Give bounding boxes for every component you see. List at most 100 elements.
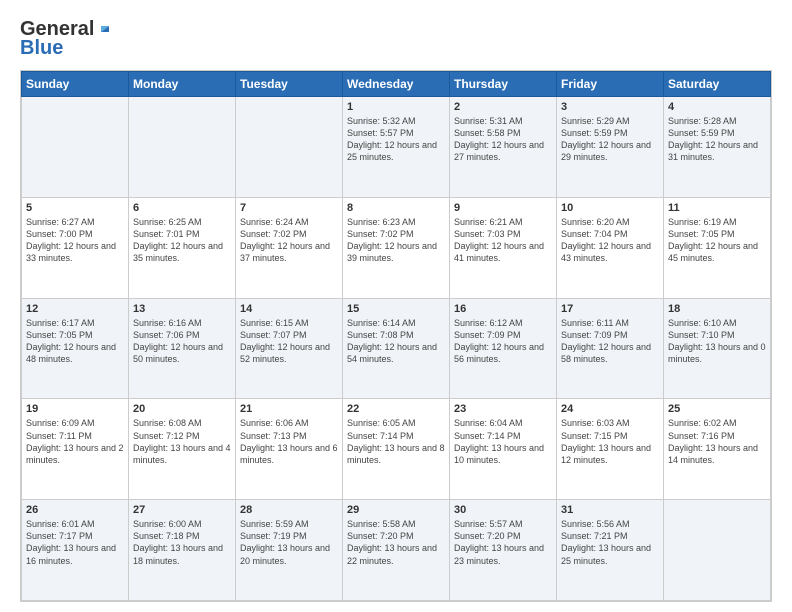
day-info: Sunrise: 6:02 AM Sunset: 7:16 PM Dayligh… [668,417,766,466]
calendar-cell: 26 Sunrise: 6:01 AM Sunset: 7:17 PM Dayli… [22,500,129,601]
calendar-cell [22,97,129,198]
day-number: 28 [240,504,338,516]
day-number: 18 [668,303,766,315]
day-info: Sunrise: 6:08 AM Sunset: 7:12 PM Dayligh… [133,417,231,466]
day-number: 26 [26,504,124,516]
calendar-cell: 17Sunrise: 6:11 AM Sunset: 7:09 PM Dayli… [557,298,664,399]
day-header-tuesday: Tuesday [236,72,343,97]
day-number: 23 [454,403,552,415]
day-info: Sunrise: 5:29 AM Sunset: 5:59 PM Dayligh… [561,115,659,164]
week-row-1: 1 Sunrise: 5:32 AM Sunset: 5:57 PM Daylig… [22,97,771,198]
day-info: Sunrise: 5:32 AM Sunset: 5:57 PM Dayligh… [347,115,445,164]
day-info: Sunrise: 6:19 AM Sunset: 7:05 PM Dayligh… [668,216,766,265]
day-number: 15 [347,303,445,315]
day-number: 29 [347,504,445,516]
calendar-cell: 5Sunrise: 6:27 AM Sunset: 7:00 PM Daylig… [22,197,129,298]
page: General Blue SundayMondayTuesdayWednesda… [0,0,792,612]
day-info: Sunrise: 5:56 AM Sunset: 7:21 PM Dayligh… [561,518,659,567]
day-info: Sunrise: 5:31 AM Sunset: 5:58 PM Dayligh… [454,115,552,164]
calendar-header: SundayMondayTuesdayWednesdayThursdayFrid… [22,72,771,97]
day-number: 1 [347,101,445,113]
calendar-cell: 19Sunrise: 6:09 AM Sunset: 7:11 PM Dayli… [22,399,129,500]
day-number: 27 [133,504,231,516]
day-info: Sunrise: 5:59 AM Sunset: 7:19 PM Dayligh… [240,518,338,567]
day-number: 25 [668,403,766,415]
day-number: 3 [561,101,659,113]
day-info: Sunrise: 6:06 AM Sunset: 7:13 PM Dayligh… [240,417,338,466]
day-number: 21 [240,403,338,415]
calendar-cell: 1 Sunrise: 5:32 AM Sunset: 5:57 PM Daylig… [343,97,450,198]
day-number: 17 [561,303,659,315]
day-number: 14 [240,303,338,315]
day-number: 30 [454,504,552,516]
day-info: Sunrise: 6:16 AM Sunset: 7:06 PM Dayligh… [133,317,231,366]
calendar-cell: 11 Sunrise: 6:19 AM Sunset: 7:05 PM Dayli… [664,197,771,298]
calendar-cell: 10Sunrise: 6:20 AM Sunset: 7:04 PM Dayli… [557,197,664,298]
day-number: 20 [133,403,231,415]
day-number: 2 [454,101,552,113]
logo-blue: Blue [20,37,63,60]
day-info: Sunrise: 6:24 AM Sunset: 7:02 PM Dayligh… [240,216,338,265]
calendar-cell: 15 Sunrise: 6:14 AM Sunset: 7:08 PM Dayli… [343,298,450,399]
calendar: SundayMondayTuesdayWednesdayThursdayFrid… [20,70,772,602]
calendar-cell: 7 Sunrise: 6:24 AM Sunset: 7:02 PM Daylig… [236,197,343,298]
calendar-cell: 25 Sunrise: 6:02 AM Sunset: 7:16 PM Dayli… [664,399,771,500]
day-number: 8 [347,202,445,214]
calendar-cell: 4 Sunrise: 5:28 AM Sunset: 5:59 PM Daylig… [664,97,771,198]
calendar-cell: 20 Sunrise: 6:08 AM Sunset: 7:12 PM Dayli… [129,399,236,500]
logo-icon [95,18,113,36]
calendar-cell: 2 Sunrise: 5:31 AM Sunset: 5:58 PM Daylig… [450,97,557,198]
day-info: Sunrise: 6:04 AM Sunset: 7:14 PM Dayligh… [454,417,552,466]
calendar-cell [236,97,343,198]
header: General Blue [20,18,772,60]
day-header-friday: Friday [557,72,664,97]
day-header-thursday: Thursday [450,72,557,97]
day-number: 5 [26,202,124,214]
day-number: 4 [668,101,766,113]
calendar-cell [664,500,771,601]
calendar-cell: 18 Sunrise: 6:10 AM Sunset: 7:10 PM Dayli… [664,298,771,399]
day-info: Sunrise: 6:23 AM Sunset: 7:02 PM Dayligh… [347,216,445,265]
week-row-4: 19Sunrise: 6:09 AM Sunset: 7:11 PM Dayli… [22,399,771,500]
day-info: Sunrise: 6:01 AM Sunset: 7:17 PM Dayligh… [26,518,124,567]
day-number: 9 [454,202,552,214]
day-number: 12 [26,303,124,315]
day-info: Sunrise: 6:20 AM Sunset: 7:04 PM Dayligh… [561,216,659,265]
calendar-cell: 14 Sunrise: 6:15 AM Sunset: 7:07 PM Dayli… [236,298,343,399]
day-info: Sunrise: 5:28 AM Sunset: 5:59 PM Dayligh… [668,115,766,164]
day-header-sunday: Sunday [22,72,129,97]
calendar-cell: 13 Sunrise: 6:16 AM Sunset: 7:06 PM Dayli… [129,298,236,399]
week-row-2: 5Sunrise: 6:27 AM Sunset: 7:00 PM Daylig… [22,197,771,298]
day-header-wednesday: Wednesday [343,72,450,97]
calendar-cell: 27Sunrise: 6:00 AM Sunset: 7:18 PM Dayli… [129,500,236,601]
calendar-cell: 28 Sunrise: 5:59 AM Sunset: 7:19 PM Dayli… [236,500,343,601]
calendar-cell: 23 Sunrise: 6:04 AM Sunset: 7:14 PM Dayli… [450,399,557,500]
day-number: 16 [454,303,552,315]
calendar-cell: 31 Sunrise: 5:56 AM Sunset: 7:21 PM Dayli… [557,500,664,601]
calendar-cell: 12Sunrise: 6:17 AM Sunset: 7:05 PM Dayli… [22,298,129,399]
calendar-cell: 6Sunrise: 6:25 AM Sunset: 7:01 PM Daylig… [129,197,236,298]
day-info: Sunrise: 6:10 AM Sunset: 7:10 PM Dayligh… [668,317,766,366]
day-number: 24 [561,403,659,415]
day-info: Sunrise: 5:57 AM Sunset: 7:20 PM Dayligh… [454,518,552,567]
day-info: Sunrise: 6:09 AM Sunset: 7:11 PM Dayligh… [26,417,124,466]
day-number: 31 [561,504,659,516]
day-number: 11 [668,202,766,214]
day-info: Sunrise: 6:15 AM Sunset: 7:07 PM Dayligh… [240,317,338,366]
week-row-3: 12Sunrise: 6:17 AM Sunset: 7:05 PM Dayli… [22,298,771,399]
day-number: 7 [240,202,338,214]
day-info: Sunrise: 6:25 AM Sunset: 7:01 PM Dayligh… [133,216,231,265]
day-info: Sunrise: 5:58 AM Sunset: 7:20 PM Dayligh… [347,518,445,567]
day-info: Sunrise: 6:14 AM Sunset: 7:08 PM Dayligh… [347,317,445,366]
calendar-cell: 3 Sunrise: 5:29 AM Sunset: 5:59 PM Daylig… [557,97,664,198]
week-row-5: 26 Sunrise: 6:01 AM Sunset: 7:17 PM Dayli… [22,500,771,601]
calendar-cell: 8 Sunrise: 6:23 AM Sunset: 7:02 PM Daylig… [343,197,450,298]
calendar-body: 1 Sunrise: 5:32 AM Sunset: 5:57 PM Daylig… [22,97,771,601]
calendar-cell [129,97,236,198]
day-info: Sunrise: 6:05 AM Sunset: 7:14 PM Dayligh… [347,417,445,466]
day-info: Sunrise: 6:12 AM Sunset: 7:09 PM Dayligh… [454,317,552,366]
day-number: 13 [133,303,231,315]
day-header-monday: Monday [129,72,236,97]
day-info: Sunrise: 6:21 AM Sunset: 7:03 PM Dayligh… [454,216,552,265]
day-number: 22 [347,403,445,415]
